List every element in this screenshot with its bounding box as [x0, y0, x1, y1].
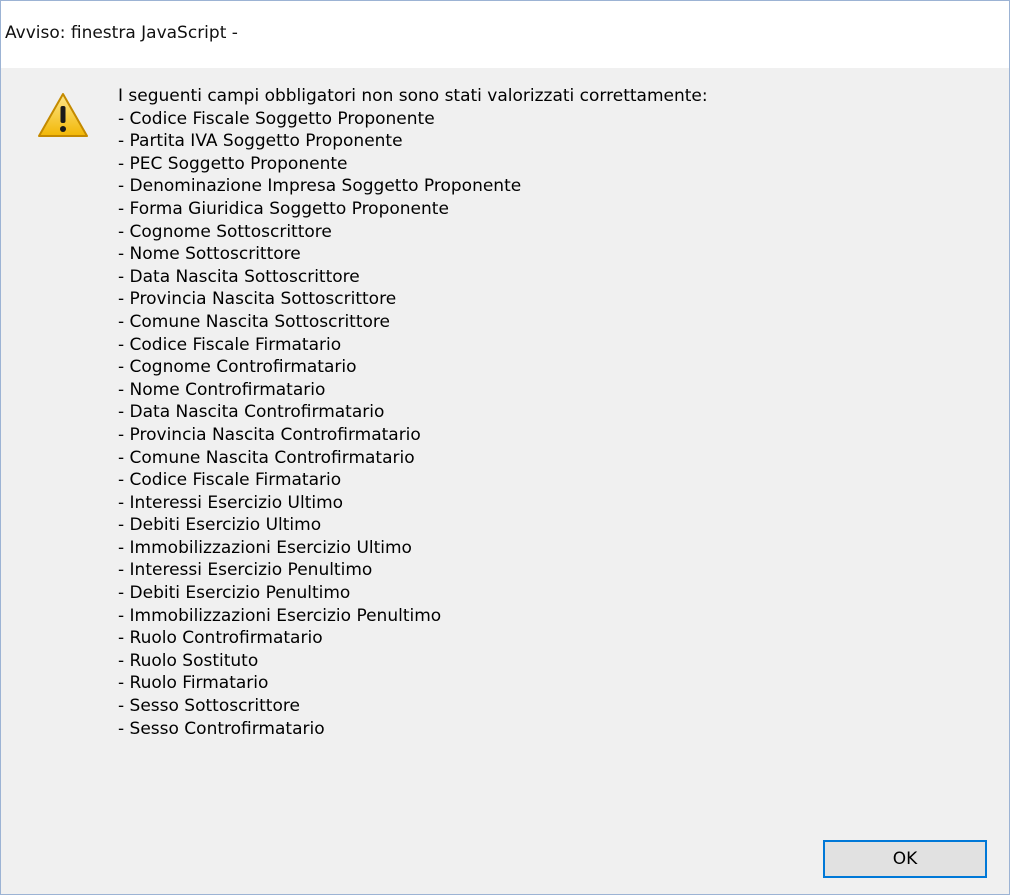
- dialog-title: Avviso: finestra JavaScript -: [5, 23, 238, 43]
- missing-field-item: - Immobilizzazioni Esercizio Ultimo: [118, 537, 412, 558]
- missing-field-item: - Provincia Nascita Controfirmatario: [118, 424, 421, 445]
- missing-field-item: - Forma Giuridica Soggetto Proponente: [118, 198, 449, 219]
- missing-field-item: - Comune Nascita Sottoscrittore: [118, 311, 390, 332]
- missing-field-item: - Data Nascita Controfirmatario: [118, 402, 385, 423]
- ok-button[interactable]: OK: [823, 840, 987, 878]
- missing-field-item: - Ruolo Sostituto: [118, 650, 259, 671]
- missing-field-item: - Cognome Controfirmatario: [118, 357, 357, 378]
- missing-field-item: - Comune Nascita Controfirmatario: [118, 447, 415, 468]
- missing-field-item: - Immobilizzazioni Esercizio Penultimo: [118, 605, 442, 626]
- missing-field-item: - Codice Fiscale Soggetto Proponente: [118, 108, 435, 129]
- message-text: I seguenti campi obbligatori non sono st…: [118, 85, 708, 740]
- missing-field-item: - Ruolo Controfirmatario: [118, 628, 323, 649]
- missing-field-item: - Debiti Esercizio Ultimo: [118, 515, 322, 536]
- dialog-content: I seguenti campi obbligatori non sono st…: [1, 68, 1009, 894]
- missing-field-item: - Interessi Esercizio Penultimo: [118, 560, 373, 581]
- missing-field-item: - Codice Fiscale Firmatario: [118, 470, 342, 491]
- missing-field-item: - Sesso Controfirmatario: [118, 718, 325, 739]
- missing-field-item: - Codice Fiscale Firmatario: [118, 334, 342, 355]
- missing-field-item: - Ruolo Firmatario: [118, 673, 269, 694]
- missing-field-item: - Debiti Esercizio Penultimo: [118, 583, 351, 604]
- message-intro: I seguenti campi obbligatori non sono st…: [118, 86, 708, 106]
- missing-field-item: - Nome Sottoscrittore: [118, 244, 301, 265]
- missing-field-item: - Denominazione Impresa Soggetto Propone…: [118, 176, 522, 197]
- missing-field-item: - Data Nascita Sottoscrittore: [118, 266, 360, 287]
- missing-field-item: - Interessi Esercizio Ultimo: [118, 492, 344, 513]
- missing-field-item: - Sesso Sottoscrittore: [118, 696, 300, 717]
- missing-field-item: - Provincia Nascita Sottoscrittore: [118, 289, 397, 310]
- dialog-titlebar[interactable]: Avviso: finestra JavaScript -: [1, 1, 1009, 68]
- missing-field-item: - Partita IVA Soggetto Proponente: [118, 131, 403, 152]
- missing-field-item: - Cognome Sottoscrittore: [118, 221, 332, 242]
- alert-dialog: Avviso: finestra JavaScript - I seguenti…: [0, 0, 1010, 895]
- warning-icon: [38, 93, 88, 137]
- missing-field-item: - Nome Controfirmatario: [118, 379, 326, 400]
- missing-field-item: - PEC Soggetto Proponente: [118, 153, 348, 174]
